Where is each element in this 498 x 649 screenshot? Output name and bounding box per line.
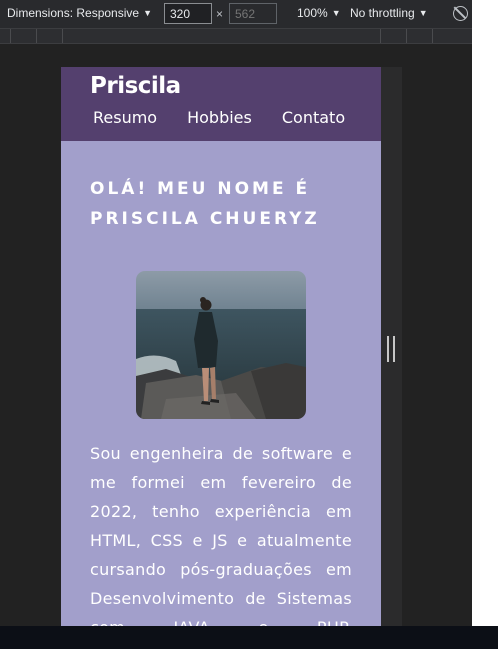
window-edge <box>472 0 498 626</box>
main-nav: Resumo Hobbies Contato <box>93 108 381 127</box>
throttling-dropdown[interactable]: No throttling ▼ <box>350 6 428 20</box>
dimensions-label: Dimensions: Responsive <box>7 6 140 20</box>
chevron-down-icon: ▼ <box>418 8 428 18</box>
zoom-label: 100% <box>297 6 328 20</box>
devtools-bottom-bar <box>0 626 498 649</box>
width-input[interactable] <box>164 3 212 24</box>
hero-title: OLÁ! MEU NOME É PRISCILA CHUERYZ <box>90 179 320 229</box>
resize-handle[interactable] <box>387 336 395 362</box>
dimensions-dropdown[interactable]: Dimensions: Responsive ▼ <box>7 6 152 20</box>
nav-link-hobbies[interactable]: Hobbies <box>187 108 252 127</box>
chevron-down-icon: ▼ <box>143 8 152 18</box>
profile-photo <box>136 271 306 419</box>
nav-link-resumo[interactable]: Resumo <box>93 108 157 127</box>
throttling-label: No throttling <box>350 6 415 20</box>
height-input[interactable] <box>229 3 277 24</box>
nav-link-contato[interactable]: Contato <box>282 108 345 127</box>
emulated-viewport: Priscila Resumo Hobbies Contato OLÁ! MEU… <box>61 67 381 626</box>
rotate-icon[interactable] <box>453 6 468 21</box>
times-separator: × <box>216 7 224 21</box>
device-toolbar: Dimensions: Responsive▼ × 100%▼ No throt… <box>0 0 472 28</box>
media-query-ruler <box>0 28 472 44</box>
bio-paragraph: Sou engenheira de software e me formei e… <box>90 444 352 626</box>
zoom-dropdown[interactable]: 100% ▼ <box>297 6 341 20</box>
site-header: Priscila Resumo Hobbies Contato <box>61 67 381 141</box>
site-brand[interactable]: Priscila <box>90 73 381 99</box>
chevron-down-icon: ▼ <box>331 8 341 18</box>
